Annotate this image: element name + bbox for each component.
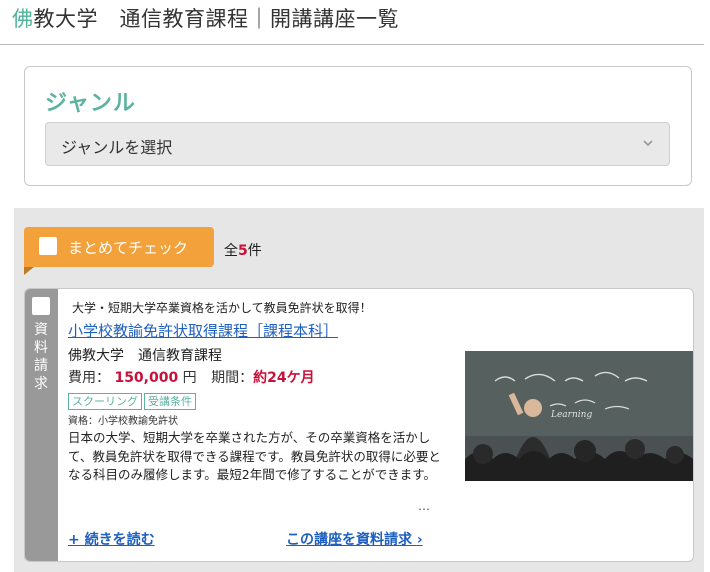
result-count-number: 5 xyxy=(238,243,248,259)
course-card: 資料請求 大学・短期大学卒業資格を活かして教員免許状を取得！ 小学校教諭免許状取… xyxy=(24,288,694,562)
request-materials-label: この講座を資料請求 xyxy=(286,532,412,548)
page-title-accent: 佛 xyxy=(12,7,34,31)
results-area: まとめてチェック 全5件 資料請求 大学・短期大学卒業資格を活かして教員免許状を… xyxy=(14,208,704,572)
photo-board-text: Learning xyxy=(550,410,592,420)
bulk-checkbox[interactable] xyxy=(39,237,57,255)
result-count-prefix: 全 xyxy=(224,243,238,259)
fee-label: 費用： xyxy=(68,370,110,386)
card-body: 大学・短期大学卒業資格を活かして教員免許状を取得！ 小学校教諭免許状取得課程［課… xyxy=(68,289,693,561)
chevron-down-icon xyxy=(643,140,653,147)
genre-select[interactable]: ジャンルを選択 xyxy=(45,122,670,166)
bulk-check-ribbon-tail xyxy=(24,267,34,275)
chevron-right-icon: › xyxy=(416,532,423,548)
tag-schooling: スクーリング xyxy=(68,393,142,410)
tag-conditions: 受講条件 xyxy=(144,393,196,410)
result-count-suffix: 件 xyxy=(247,243,262,259)
lecture-photo-illustration: Learning xyxy=(465,351,693,481)
course-photo: Learning xyxy=(465,351,693,481)
university-name: 佛教大学 通信教育課程 xyxy=(68,348,222,364)
bulk-check-label: まとめてチェック xyxy=(68,239,189,257)
genre-label: ジャンル xyxy=(45,91,136,116)
request-materials-link[interactable]: この講座を資料請求 › xyxy=(286,529,423,549)
genre-filter-panel: ジャンル ジャンルを選択 xyxy=(24,66,692,186)
page-title: 佛教大学 通信教育課程｜開講講座一覧 xyxy=(12,7,399,31)
period-label: 期間： xyxy=(211,370,254,386)
bulk-check-button[interactable]: まとめてチェック xyxy=(24,227,214,267)
course-description: 日本の大学、短期大学を卒業された方が、その卒業資格を活かして、教員免許状を取得で… xyxy=(68,430,441,482)
course-title-link[interactable]: 小学校教諭免許状取得課程［課程本科］ xyxy=(68,320,338,341)
page-title-text: 教大学 通信教育課程｜開講講座一覧 xyxy=(33,7,399,31)
fee-unit: 円 xyxy=(182,370,197,386)
period-value: 約24ケ月 xyxy=(253,370,315,386)
request-side-label: 資料請求 xyxy=(34,322,48,392)
course-tagline: 大学・短期大学卒業資格を活かして教員免許状を取得！ xyxy=(72,301,372,315)
fee-period-row: 費用： 150,000 円 期間：約24ケ月 xyxy=(68,367,315,387)
request-side-strip[interactable]: 資料請求 xyxy=(25,289,58,561)
request-checkbox[interactable] xyxy=(32,297,50,315)
read-more-link[interactable]: + 続きを読む xyxy=(68,529,155,549)
fee-value: 150,000 xyxy=(114,370,179,386)
description-ellipsis: … xyxy=(418,499,430,513)
genre-select-value: ジャンルを選択 xyxy=(61,138,173,157)
result-count: 全5件 xyxy=(224,240,262,260)
page-header: 佛教大学 通信教育課程｜開講講座一覧 xyxy=(0,0,704,45)
course-tags: スクーリング 受講条件 xyxy=(68,390,198,410)
qualification: 資格：小学校教諭免許状 xyxy=(68,416,178,427)
